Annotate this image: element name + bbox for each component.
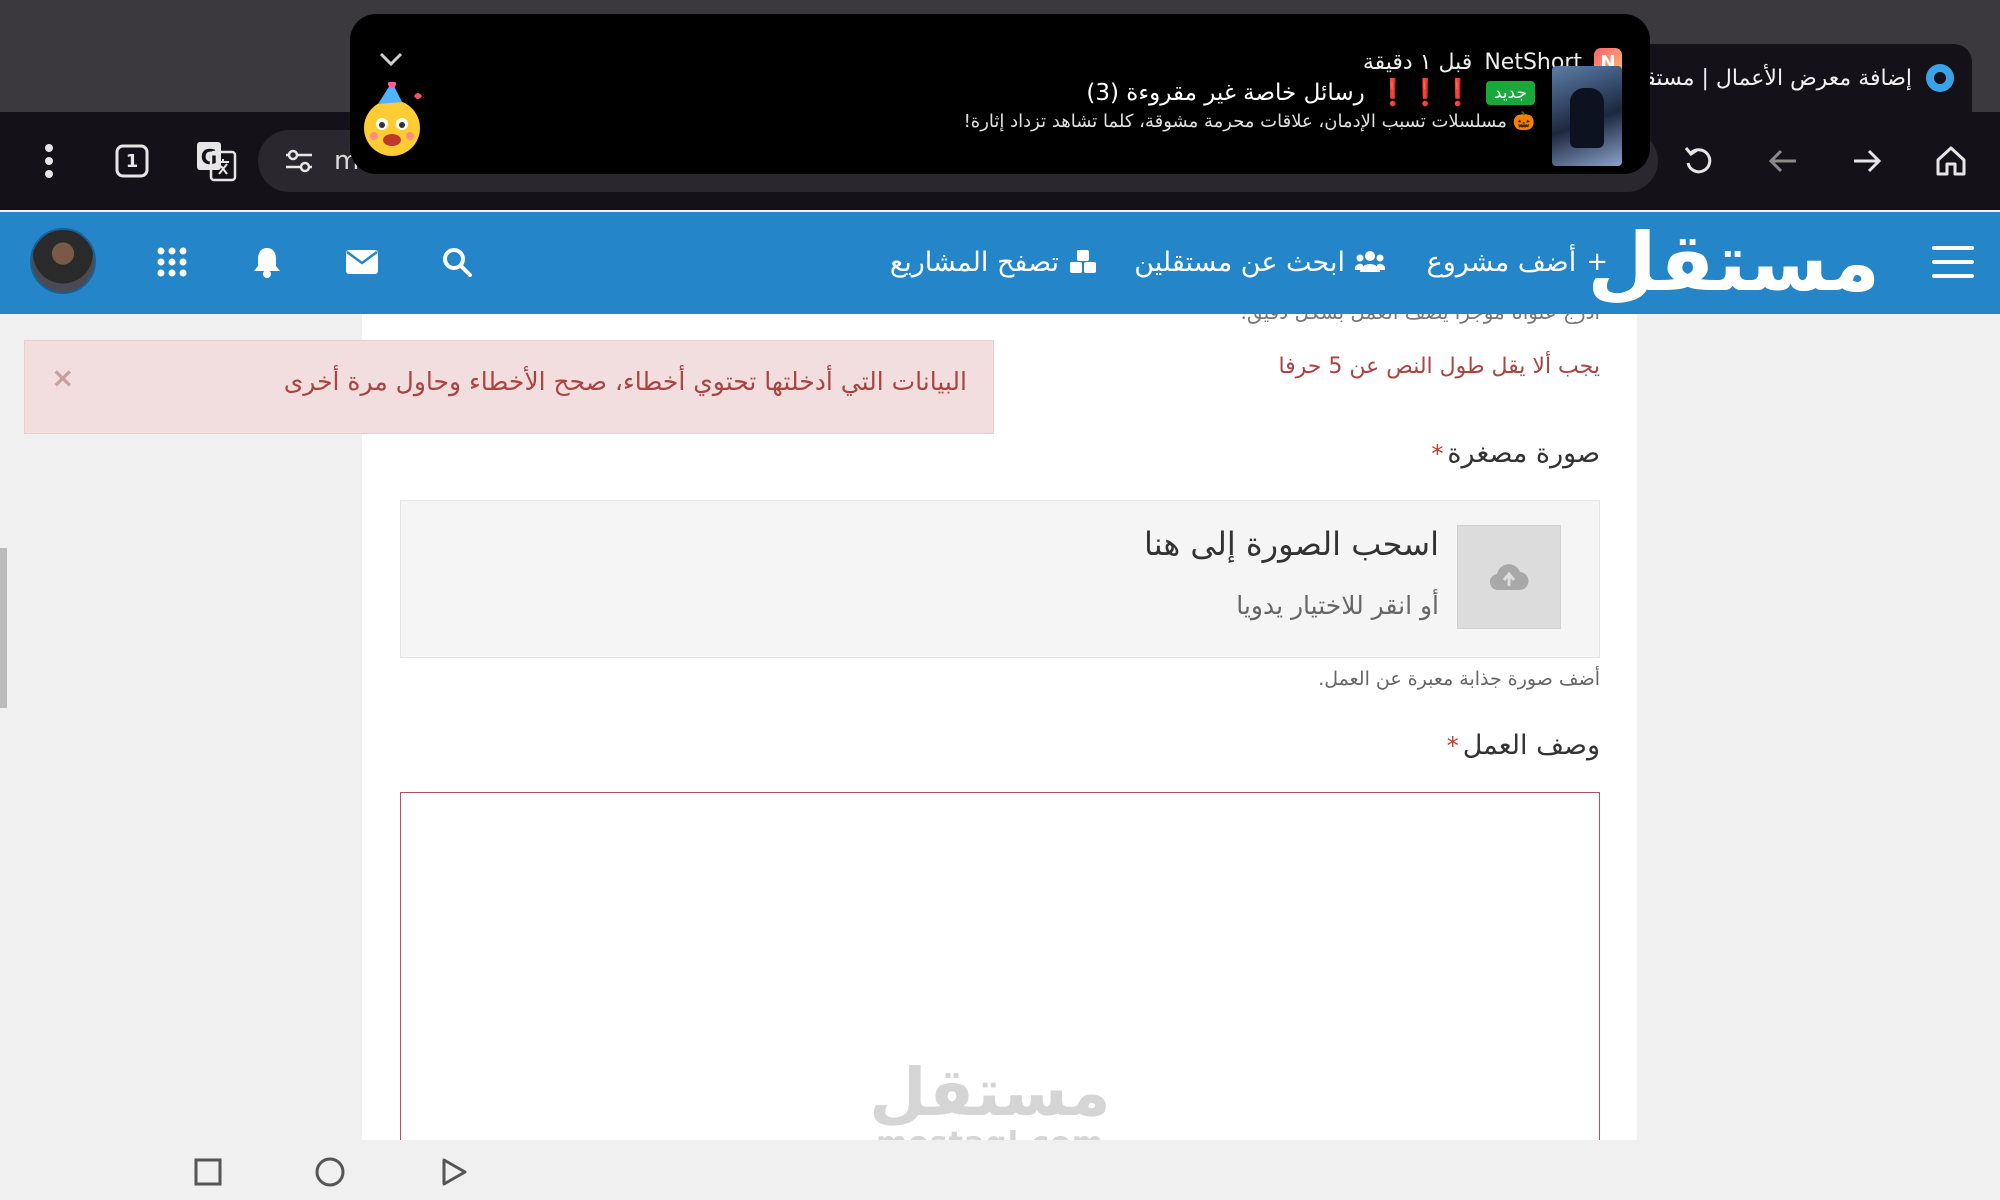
title-error-text: يجب ألا يقل طول النص عن 5 حرفا — [1278, 354, 1600, 379]
exclamation-icons: ❗❗❗ — [1376, 78, 1474, 108]
push-notification[interactable]: N NetShort قبل ١ دقيقة جديد ❗❗❗ رسائل خا… — [350, 14, 1650, 174]
description-label: وصف العمل* — [1447, 730, 1600, 761]
plus-icon: + — [1586, 247, 1608, 277]
site-settings-icon[interactable] — [282, 144, 316, 178]
square-icon — [194, 1158, 222, 1186]
browser-tab-title: إضافة معرض الأعمال | مستقل — [1628, 65, 1912, 91]
thumbnail-help-text: أضف صورة جذابة معبرة عن العمل. — [1318, 668, 1600, 690]
svg-text:G: G — [201, 145, 217, 169]
description-label-text: وصف العمل — [1462, 730, 1600, 761]
new-badge: جديد — [1485, 81, 1535, 105]
recents-button[interactable] — [190, 1154, 226, 1190]
reload-button[interactable] — [1670, 132, 1728, 190]
forward-button[interactable] — [1838, 132, 1896, 190]
back-system-button[interactable] — [436, 1154, 472, 1190]
search-button[interactable] — [437, 242, 477, 282]
users-icon — [1355, 251, 1385, 272]
nav-browse-projects[interactable]: تصفح المشاريع — [890, 242, 1097, 282]
required-mark: * — [1446, 732, 1459, 760]
translate-icon: G — [197, 142, 237, 182]
close-icon[interactable]: × — [51, 361, 74, 394]
chevron-down-icon[interactable] — [376, 44, 406, 74]
notifications-button[interactable] — [247, 242, 287, 282]
error-alert-text: البيانات التي أدخلتها تحتوي أخطاء، صحح ا… — [283, 367, 967, 396]
home-icon — [1936, 146, 1966, 176]
nav-find-freelancers[interactable]: ابحث عن مستقلين — [1134, 242, 1385, 282]
notification-body: 🎃 مسلسلات تسبب الإدمان، علاقات محرمة مشو… — [963, 111, 1535, 132]
browser-menu-button[interactable] — [20, 132, 78, 190]
notification-time: قبل ١ دقيقة — [1362, 49, 1473, 75]
home-button[interactable] — [1922, 132, 1980, 190]
arrow-left-icon — [1768, 149, 1796, 173]
page-scroll-indicator[interactable] — [0, 548, 7, 708]
mostaql-favicon-icon — [1926, 64, 1954, 92]
site-header: مستقل + أضف مشروع ابحث عن مستقلين تصفح ا… — [0, 212, 2000, 314]
notification-title-row: جديد ❗❗❗ رسائل خاصة غير مقروءة (3) — [1086, 78, 1535, 108]
nav-find-freelancers-label: ابحث عن مستقلين — [1134, 246, 1345, 278]
tab-count: 1 — [125, 150, 139, 172]
arrow-right-icon — [1854, 149, 1882, 173]
system-navigation-bar — [0, 1140, 2000, 1200]
party-emoji-icon — [364, 82, 422, 156]
messages-button[interactable] — [342, 242, 382, 282]
cloud-upload-icon — [1489, 564, 1529, 591]
back-button[interactable] — [1754, 132, 1812, 190]
bell-icon — [254, 248, 280, 278]
tab-switcher-button[interactable]: 1 — [103, 132, 161, 190]
reload-icon — [1684, 147, 1712, 174]
thumbnail-label-text: صورة مصغرة — [1447, 438, 1600, 469]
site-logo[interactable]: مستقل — [1587, 218, 1882, 308]
more-vertical-icon — [45, 144, 53, 178]
cubes-icon — [1070, 250, 1096, 273]
user-avatar[interactable] — [30, 228, 96, 294]
watermark-logo: مستقل — [869, 1054, 1112, 1131]
nav-add-project-label: أضف مشروع — [1426, 246, 1577, 278]
nav-browse-projects-label: تصفح المشاريع — [889, 246, 1059, 278]
upload-button[interactable] — [1457, 525, 1561, 629]
error-alert: البيانات التي أدخلتها تحتوي أخطاء، صحح ا… — [24, 340, 994, 434]
envelope-icon — [346, 250, 378, 274]
nav-add-project[interactable]: + أضف مشروع — [1427, 242, 1608, 282]
required-mark: * — [1431, 440, 1444, 468]
grid-icon — [157, 247, 187, 277]
search-icon — [443, 248, 472, 277]
thumbnail-label: صورة مصغرة* — [1431, 438, 1600, 469]
dropzone-subtitle: أو انقر للاختيار يدويا — [1236, 591, 1439, 620]
translate-button[interactable]: G — [187, 132, 245, 190]
triangle-icon — [442, 1158, 467, 1186]
hamburger-menu-icon[interactable] — [1932, 246, 1974, 278]
apps-button[interactable] — [152, 242, 192, 282]
notification-thumbnail — [1552, 66, 1622, 166]
notification-title: رسائل خاصة غير مقروءة (3) — [1086, 80, 1365, 106]
dropzone-title: اسحب الصورة إلى هنا — [1143, 525, 1439, 563]
thumbnail-dropzone[interactable]: اسحب الصورة إلى هنا أو انقر للاختيار يدو… — [400, 500, 1600, 658]
home-system-button[interactable] — [312, 1154, 348, 1190]
circle-icon — [315, 1157, 345, 1187]
